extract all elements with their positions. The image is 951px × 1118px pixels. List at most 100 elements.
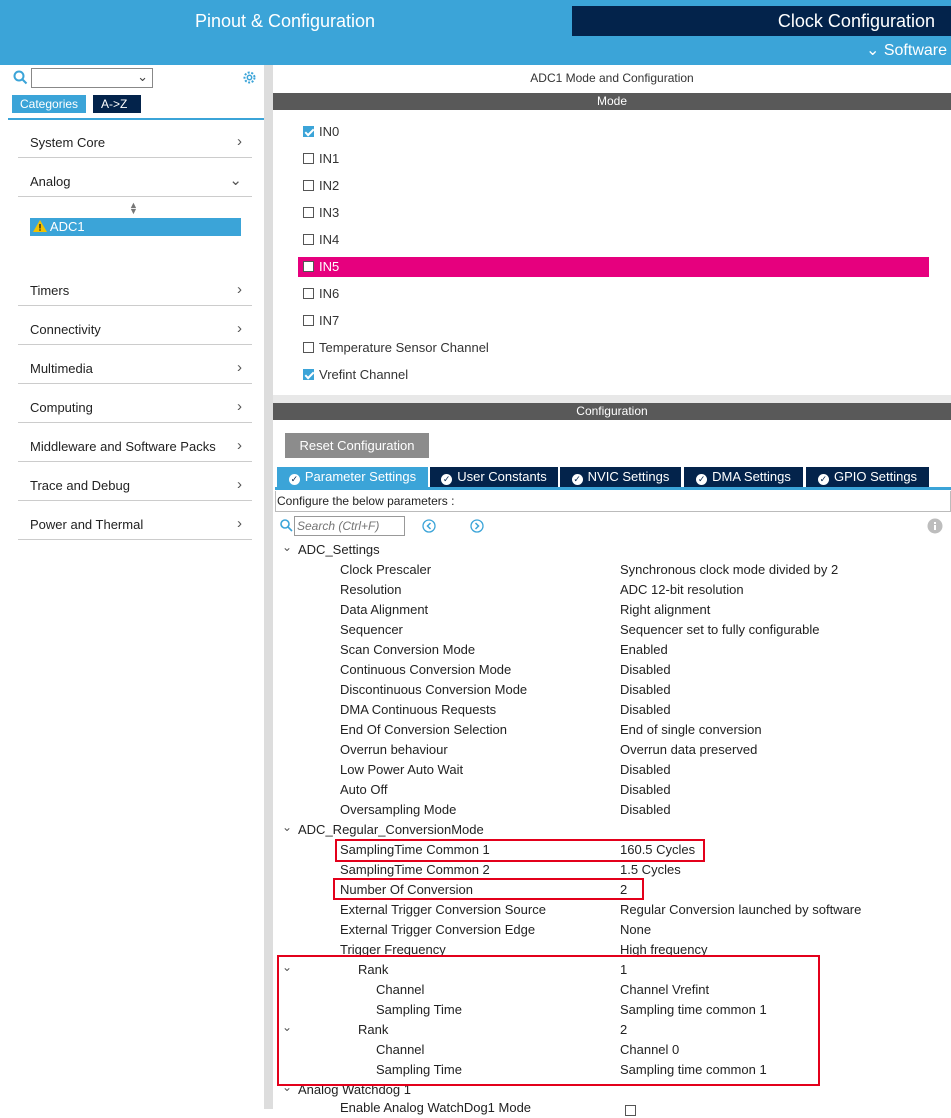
param-value[interactable]: Overrun data preserved xyxy=(620,740,757,760)
param-name: Overrun behaviour xyxy=(340,742,448,757)
category-analog[interactable]: Analog ⌄ xyxy=(18,159,252,197)
category-power-thermal[interactable]: Power and Thermal › xyxy=(18,502,252,540)
param-value[interactable]: Disabled xyxy=(620,700,671,720)
category-computing[interactable]: Computing › xyxy=(18,385,252,423)
category-trace-debug[interactable]: Trace and Debug › xyxy=(18,463,252,501)
param-row[interactable]: External Trigger Conversion Source Regula… xyxy=(340,900,940,920)
checkbox-label: IN2 xyxy=(319,178,340,193)
checkbox[interactable] xyxy=(303,369,314,380)
param-row[interactable]: External Trigger Conversion Edge None xyxy=(340,920,940,940)
checkbox[interactable] xyxy=(625,1105,636,1116)
highlight-box-number-of-conversion xyxy=(333,878,644,900)
mode-checkbox-vrefint[interactable]: Vrefint Channel xyxy=(303,367,408,385)
checkbox[interactable] xyxy=(303,315,314,326)
param-value[interactable]: Disabled xyxy=(620,780,671,800)
parameter-search-input[interactable] xyxy=(294,516,405,536)
param-value[interactable]: Regular Conversion launched by software xyxy=(620,900,861,920)
param-value[interactable]: Right alignment xyxy=(620,600,710,620)
tab-parameter-settings[interactable]: ✓ Parameter Settings xyxy=(277,467,428,487)
param-value[interactable]: 1.5 Cycles xyxy=(620,860,681,880)
param-value[interactable]: Sequencer set to fully configurable xyxy=(620,620,819,640)
configuration-header: Configuration xyxy=(273,403,951,420)
tab-clock-configuration[interactable]: Clock Configuration xyxy=(572,6,951,36)
software-menu[interactable]: ⌄ Software xyxy=(866,40,947,60)
param-row[interactable]: Discontinuous Conversion Mode Disabled xyxy=(340,680,940,700)
sidebar-item-adc1[interactable]: ADC1 xyxy=(30,218,241,236)
param-value[interactable]: Disabled xyxy=(620,680,671,700)
tab-nvic-settings[interactable]: ✓ NVIC Settings xyxy=(560,467,681,487)
param-row[interactable]: Auto Off Disabled xyxy=(340,780,940,800)
chevron-right-icon: › xyxy=(237,320,242,337)
param-row[interactable]: Scan Conversion Mode Enabled xyxy=(340,640,940,660)
param-value[interactable]: Disabled xyxy=(620,760,671,780)
search-icon[interactable] xyxy=(13,70,28,85)
checkbox[interactable] xyxy=(303,126,314,137)
param-name: Discontinuous Conversion Mode xyxy=(340,682,528,697)
param-row[interactable]: Oversampling Mode Disabled xyxy=(340,800,940,820)
chevron-down-icon[interactable]: ⌄ xyxy=(282,820,292,834)
param-row[interactable]: SamplingTime Common 2 1.5 Cycles xyxy=(340,860,940,880)
param-value[interactable]: Disabled xyxy=(620,800,671,820)
mode-checkbox-in4[interactable]: IN4 xyxy=(303,232,339,250)
info-icon[interactable] xyxy=(927,518,943,534)
mode-checkbox-in5[interactable]: IN5 xyxy=(303,259,339,277)
mode-checkbox-in3[interactable]: IN3 xyxy=(303,205,339,223)
param-row[interactable]: Data Alignment Right alignment xyxy=(340,600,940,620)
param-row[interactable]: DMA Continuous Requests Disabled xyxy=(340,700,940,720)
mode-header: Mode xyxy=(273,93,951,110)
param-row[interactable]: Clock Prescaler Synchronous clock mode di… xyxy=(340,560,940,580)
category-multimedia[interactable]: Multimedia › xyxy=(18,346,252,384)
category-connectivity[interactable]: Connectivity › xyxy=(18,307,252,345)
panel-splitter[interactable] xyxy=(264,65,273,1109)
tab-categories[interactable]: Categories xyxy=(12,95,87,113)
param-row[interactable]: Continuous Conversion Mode Disabled xyxy=(340,660,940,680)
category-system-core[interactable]: System Core › xyxy=(18,120,252,158)
param-row[interactable]: Low Power Auto Wait Disabled xyxy=(340,760,940,780)
sidebar-search-input[interactable]: ⌄ xyxy=(31,68,153,88)
checkbox-label: IN1 xyxy=(319,151,340,166)
gear-icon[interactable] xyxy=(241,69,258,86)
checkbox[interactable] xyxy=(303,261,314,272)
chevron-right-icon: › xyxy=(237,281,242,298)
param-value[interactable]: Synchronous clock mode divided by 2 xyxy=(620,560,838,580)
highlight-box-ranks xyxy=(277,955,820,1086)
param-row[interactable]: Sequencer Sequencer set to fully configur… xyxy=(340,620,940,640)
checkbox[interactable] xyxy=(303,234,314,245)
param-value[interactable]: Enabled xyxy=(620,640,668,660)
arrow-right-icon[interactable] xyxy=(470,519,484,533)
param-name: Resolution xyxy=(340,582,402,597)
mode-checkbox-in1[interactable]: IN1 xyxy=(303,151,339,169)
param-value[interactable]: End of single conversion xyxy=(620,720,762,740)
chevron-down-icon[interactable]: ⌄ xyxy=(282,540,292,554)
checkbox[interactable] xyxy=(303,153,314,164)
tab-user-constants[interactable]: ✓ User Constants xyxy=(430,467,558,487)
group-title-adc-settings: ADC_Settings xyxy=(298,542,380,557)
param-row[interactable]: End Of Conversion Selection End of single… xyxy=(340,720,940,740)
param-name: Continuous Conversion Mode xyxy=(340,662,512,677)
param-value[interactable]: ADC 12-bit resolution xyxy=(620,580,744,600)
mode-checkbox-temp-sensor[interactable]: Temperature Sensor Channel xyxy=(303,340,489,358)
arrow-left-icon[interactable] xyxy=(422,519,436,533)
param-row[interactable]: Overrun behaviour Overrun data preserved xyxy=(340,740,940,760)
tab-pinout-configuration[interactable]: Pinout & Configuration xyxy=(0,6,570,36)
mode-checkbox-in2[interactable]: IN2 xyxy=(303,178,339,196)
tab-a-z[interactable]: A->Z xyxy=(93,95,141,113)
tab-gpio-settings[interactable]: ✓ GPIO Settings xyxy=(806,467,929,487)
param-value[interactable]: Disabled xyxy=(620,660,671,680)
mode-checkbox-in7[interactable]: IN7 xyxy=(303,313,339,331)
chevron-down-icon: ⌄ xyxy=(866,42,880,59)
tab-dma-settings[interactable]: ✓ DMA Settings xyxy=(684,467,803,487)
checkbox[interactable] xyxy=(303,288,314,299)
param-row[interactable]: Resolution ADC 12-bit resolution xyxy=(340,580,940,600)
category-label: Connectivity xyxy=(30,322,101,337)
mode-checkbox-in6[interactable]: IN6 xyxy=(303,286,339,304)
category-middleware[interactable]: Middleware and Software Packs › xyxy=(18,424,252,462)
checkbox[interactable] xyxy=(303,207,314,218)
sort-icon[interactable]: ▲ ▼ xyxy=(129,201,138,216)
checkbox[interactable] xyxy=(303,342,314,353)
param-value[interactable]: None xyxy=(620,920,651,940)
category-timers[interactable]: Timers › xyxy=(18,268,252,306)
reset-configuration-button[interactable]: Reset Configuration xyxy=(285,433,429,458)
mode-checkbox-in0[interactable]: IN0 xyxy=(303,124,339,142)
checkbox[interactable] xyxy=(303,180,314,191)
